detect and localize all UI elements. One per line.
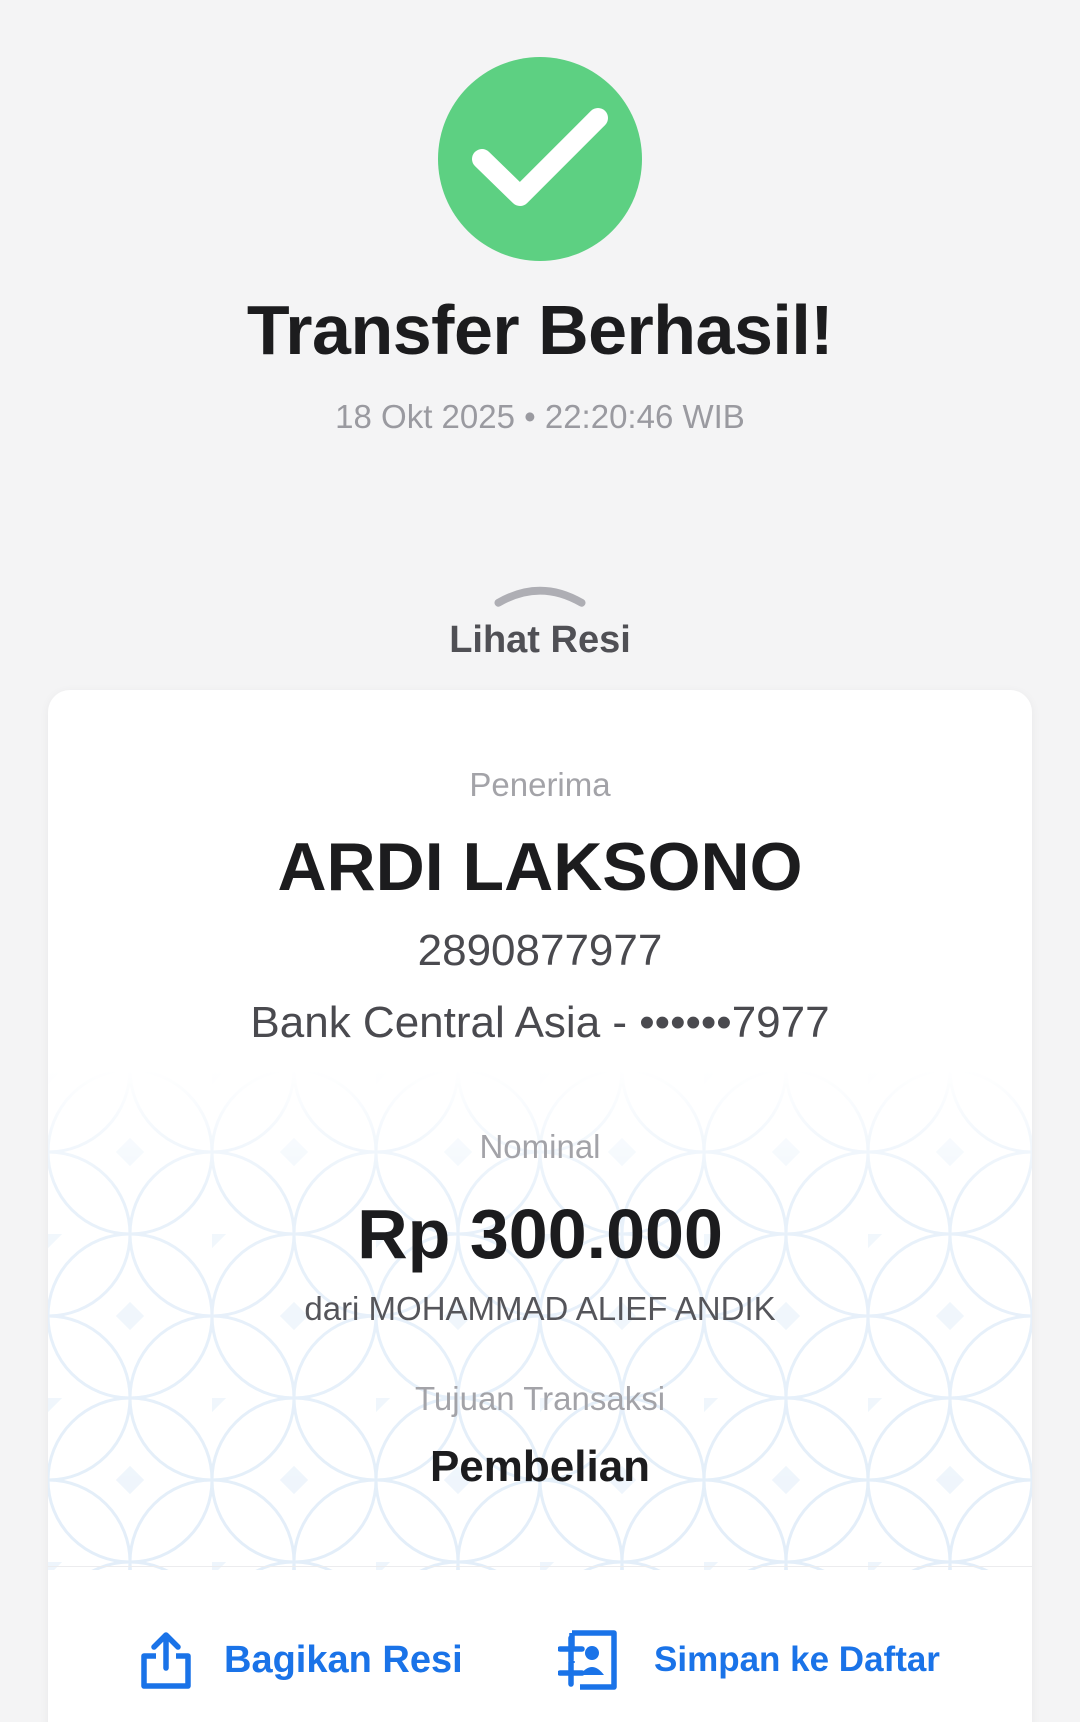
save-to-list-label: Simpan ke Daftar — [654, 1640, 940, 1679]
recipient-name: ARDI LAKSONO — [277, 829, 803, 905]
share-receipt-label: Bagikan Resi — [224, 1638, 463, 1681]
share-icon — [141, 1632, 191, 1689]
receipt-card: Penerima ARDI LAKSONO 2890877977 Bank Ce… — [48, 690, 1032, 1722]
page-title: Transfer Berhasil! — [246, 291, 834, 369]
view-receipt-label: Lihat Resi — [449, 619, 631, 661]
success-badge — [438, 57, 642, 261]
recipient-bank: Bank Central Asia - ••••••7977 — [250, 998, 830, 1047]
amount-label: Nominal — [479, 1128, 601, 1165]
transfer-amount: Rp 300.000 — [357, 1195, 723, 1273]
transaction-timestamp: 18 Okt 2025 • 22:20:46 WIB — [335, 398, 745, 435]
check-icon — [472, 108, 608, 206]
recipient-label: Penerima — [469, 766, 611, 803]
view-receipt-toggle[interactable]: Lihat Resi — [0, 582, 1080, 662]
divider — [48, 1566, 1032, 1567]
sender-name: dari MOHAMMAD ALIEF ANDIK — [304, 1290, 776, 1327]
transaction-purpose: Pembelian — [429, 1442, 651, 1491]
add-contact-icon — [558, 1630, 617, 1690]
recipient-account-number: 2890877977 — [417, 926, 663, 975]
save-to-list-button[interactable]: Simpan ke Daftar — [558, 1620, 940, 1700]
purpose-label: Tujuan Transaksi — [414, 1380, 666, 1417]
transfer-success-screen: Transfer Berhasil! 18 Okt 2025 • 22:20:4… — [0, 0, 1080, 1722]
chevron-up-icon — [494, 586, 586, 607]
share-receipt-button[interactable]: Bagikan Resi — [138, 1620, 463, 1700]
